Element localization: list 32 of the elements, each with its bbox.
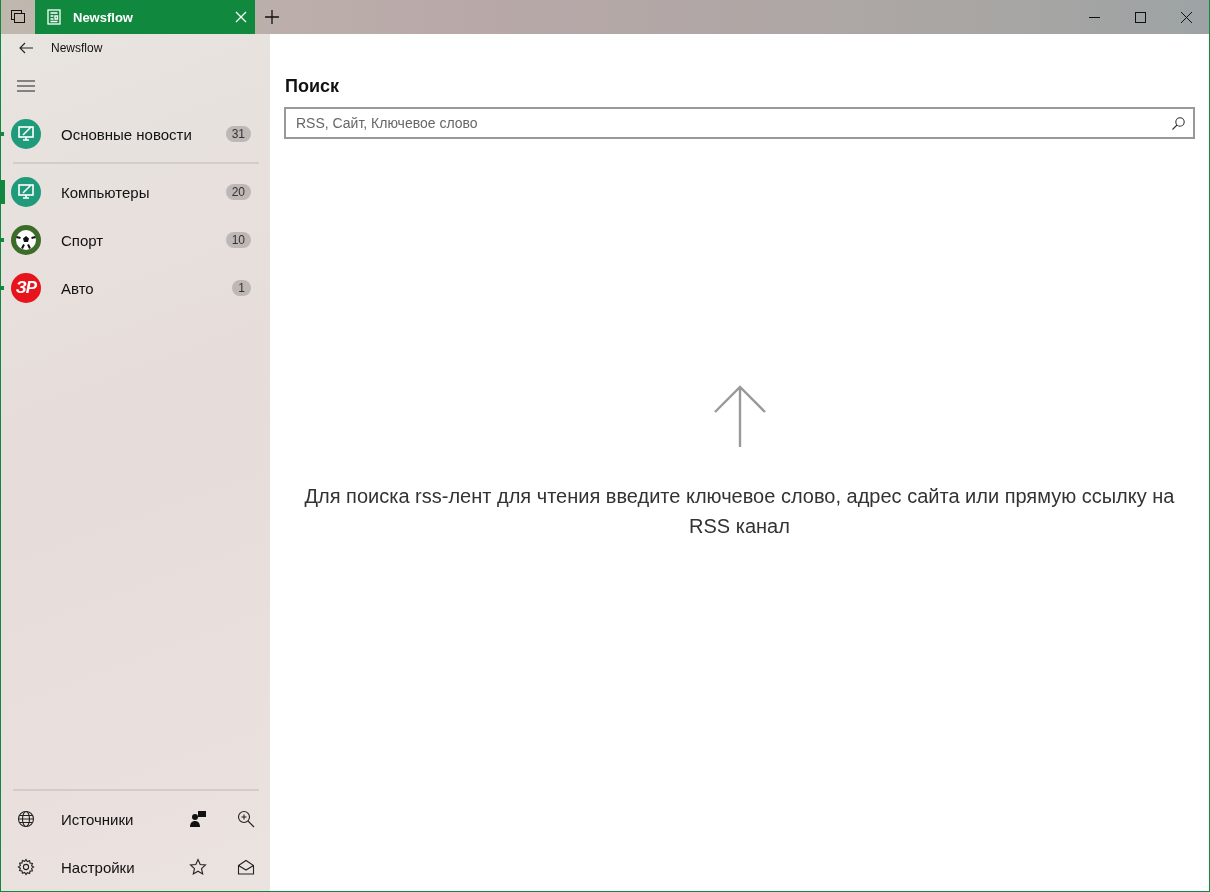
feed-item[interactable]: Авто (61, 279, 233, 297)
nav-item[interactable]: Настройки (61, 858, 174, 876)
unread-count: 1 (232, 280, 251, 296)
app-title: Newsflow (51, 41, 103, 55)
unread-count: 20 (225, 184, 251, 200)
envelope-icon[interactable] (237, 858, 255, 876)
search-field[interactable]: RSS, Сайт, Ключевое слово (284, 107, 1195, 139)
newspaper-icon (47, 9, 61, 25)
feed-item[interactable]: Компьютеры (61, 183, 226, 201)
back-arrow-icon[interactable] (19, 42, 33, 54)
feed-item[interactable]: Спорт (61, 231, 226, 249)
up-arrow-icon (713, 385, 766, 447)
search-icon[interactable] (1172, 117, 1185, 130)
app-tab[interactable]: Newsflow (35, 0, 255, 34)
star-icon[interactable] (189, 858, 207, 876)
hint-text: Для поиска rss-лент для чтения введите ключевое слово, адрес сайта или прямую ссылку на RSS канал (303, 484, 1176, 539)
monitor-brush-icon (11, 177, 41, 207)
feed-logo: ЗР (11, 273, 41, 303)
settings-icon (17, 858, 35, 876)
nav-item[interactable]: Источники (61, 810, 174, 828)
tab-title: Newsflow (73, 9, 134, 25)
globe-icon (17, 810, 35, 828)
page-title: Поиск (285, 76, 341, 97)
close-tab-icon[interactable] (235, 11, 247, 23)
unread-count: 31 (225, 126, 251, 142)
soccer-ball-icon (11, 225, 41, 255)
feed-item[interactable]: Основные новости (61, 125, 226, 143)
menu-icon[interactable] (17, 80, 35, 92)
zoom-in-icon[interactable] (237, 810, 255, 828)
monitor-brush-icon (11, 119, 41, 149)
unread-count: 10 (225, 232, 251, 248)
person-chat-icon[interactable] (189, 810, 207, 828)
